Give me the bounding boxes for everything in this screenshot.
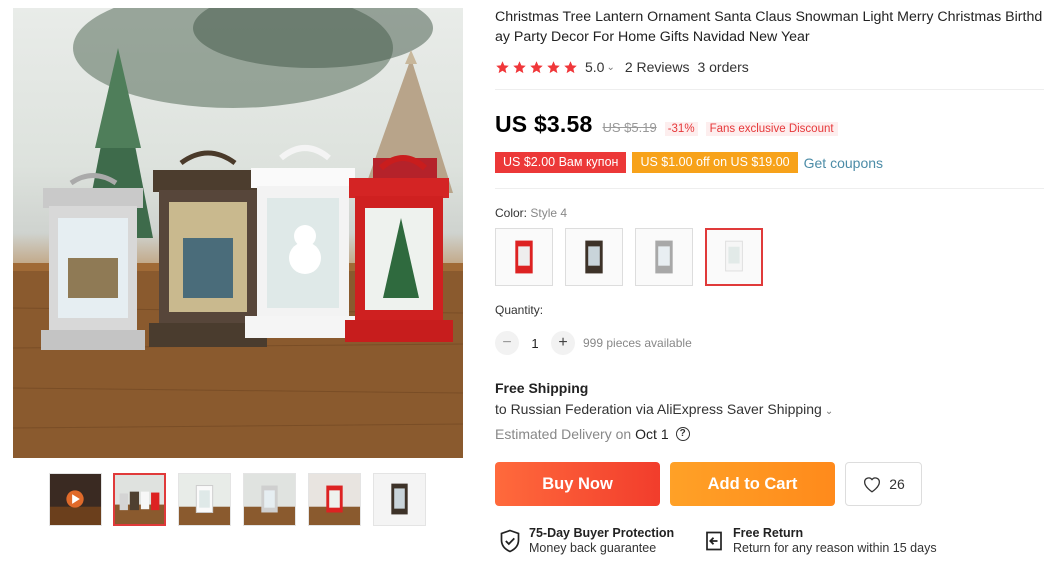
service-title: 75-Day Buyer Protection [529, 526, 675, 540]
buyer-protection: 75-Day Buyer Protection Money back guara… [499, 526, 674, 556]
coupon-off[interactable]: US $1.00 off on US $19.00 [630, 152, 798, 173]
return-icon [706, 531, 722, 551]
chevron-down-icon[interactable]: ⌄ [825, 406, 833, 417]
divider [495, 188, 1044, 189]
coupon-row: US $2.00 Вам купон US $1.00 off on US $1… [492, 152, 883, 173]
star-icon [564, 60, 577, 73]
color-selected-value: Style 4 [530, 206, 568, 220]
delivery-estimate-label: Estimated Delivery on [495, 426, 632, 442]
original-price: US $5.19 [602, 120, 657, 135]
chevron-down-icon[interactable]: ⌄ [606, 62, 614, 73]
add-to-cart-button[interactable]: Add to Cart [670, 462, 835, 506]
orders-count: 3 orders [697, 59, 749, 75]
thumbnail-four-lanterns[interactable] [113, 473, 166, 526]
quantity-available: 999 pieces available [583, 336, 692, 350]
star-icon [530, 60, 543, 73]
shipping-destination[interactable]: to Russian Federation via AliExpress Sav… [495, 401, 833, 417]
thumbnail-white-lantern[interactable] [178, 473, 231, 526]
buy-now-button[interactable]: Buy Now [495, 462, 660, 506]
variant-white-lantern[interactable] [705, 228, 763, 286]
wishlist-count: 26 [889, 476, 905, 492]
star-icon [513, 60, 526, 73]
quantity-stepper: − 1 + 999 pieces available [495, 331, 692, 355]
rating-stars [495, 60, 578, 75]
color-label-text: Color: [495, 206, 528, 220]
reviews-link[interactable]: 2 Reviews [625, 59, 690, 75]
thumbnail-red-lantern[interactable] [308, 473, 361, 526]
heart-icon [864, 477, 881, 493]
quantity-plus-button[interactable]: + [551, 331, 575, 355]
delivery-date: Oct 1 [635, 426, 669, 442]
delivery-estimate: Estimated Delivery on Oct 1 ? [495, 426, 690, 442]
product-title: Christmas Tree Lantern Ornament Santa Cl… [495, 9, 1043, 45]
color-label: Color: Style 4 [495, 206, 567, 220]
fans-discount-badge: Fans exclusive Discount [705, 122, 838, 136]
divider [495, 89, 1044, 90]
get-coupons-link[interactable]: Get coupons [804, 155, 883, 171]
service-subtitle: Money back guarantee [529, 541, 657, 555]
variant-red-lantern[interactable] [495, 228, 553, 286]
quantity-minus-button[interactable]: − [495, 331, 519, 355]
help-icon[interactable]: ? [675, 427, 690, 441]
quantity-input[interactable]: 1 [519, 336, 551, 351]
price-row: US $3.58 US $5.19 -31% Fans exclusive Di… [495, 111, 838, 138]
thumbnail-silver-lantern[interactable] [243, 473, 296, 526]
service-subtitle: Return for any reason within 15 days [733, 541, 937, 555]
discount-badge: -31% [664, 122, 698, 136]
shipping-title: Free Shipping [495, 380, 589, 396]
shield-check-icon [500, 529, 520, 553]
thumbnail-bronze-lantern[interactable] [373, 473, 426, 526]
thumbnail-video[interactable] [49, 473, 102, 526]
free-return: Free Return Return for any reason within… [703, 526, 937, 556]
service-title: Free Return [733, 526, 804, 540]
quantity-label: Quantity: [495, 303, 544, 317]
variant-silver-lantern[interactable] [635, 228, 693, 286]
rating-value[interactable]: 5.0 [585, 59, 604, 75]
star-icon [547, 60, 560, 73]
current-price: US $3.58 [495, 111, 593, 137]
rating-row: 5.0 ⌄ 2 Reviews 3 orders [495, 58, 749, 76]
shipping-destination-text[interactable]: to Russian Federation via AliExpress Sav… [495, 401, 822, 417]
wishlist-button[interactable]: 26 [845, 462, 922, 506]
coupon-ruble[interactable]: US $2.00 Вам купон [492, 152, 627, 173]
variant-bronze-lantern[interactable] [565, 228, 623, 286]
main-product-image[interactable] [13, 8, 463, 458]
star-icon [496, 60, 509, 73]
